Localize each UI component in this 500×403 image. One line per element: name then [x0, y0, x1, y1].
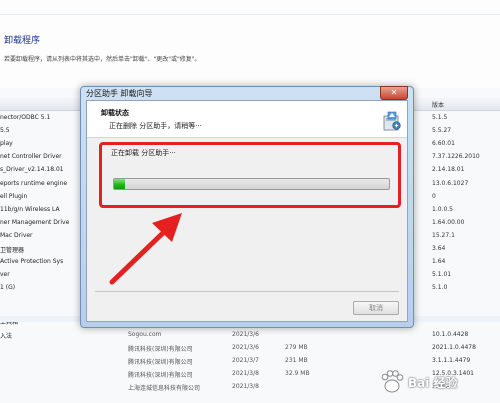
- close-icon: ✕: [390, 88, 398, 97]
- program-name: eports runtime engine: [0, 179, 68, 187]
- program-version: 3.1.1.1.4479: [432, 356, 471, 364]
- program-version: 2.14.18.01: [432, 166, 465, 174]
- program-version: 5.5.27: [432, 127, 452, 135]
- paw-icon: [381, 370, 404, 393]
- program-version: 1.64.00.00: [432, 218, 465, 226]
- top-divider: [0, 14, 500, 15]
- program-publisher: Sogou.com: [128, 330, 162, 338]
- program-size: 231 MB: [285, 356, 308, 364]
- program-name: s_Driver_v2.14.18.01: [0, 166, 64, 174]
- program-version: 5.1.0: [432, 284, 448, 292]
- program-version: 5.1.01: [432, 271, 452, 279]
- watermark: Bai 经验: [378, 368, 496, 396]
- program-name: ner Management Drive: [0, 218, 70, 226]
- program-publisher: 上海连城信息科技有限公司: [128, 384, 201, 392]
- program-version: 15.27.1: [432, 231, 455, 239]
- program-publisher: 腾讯科技(深圳)有限公司: [128, 371, 193, 379]
- header-title: 卸载状态: [101, 109, 129, 117]
- program-date: 2021/3/6: [232, 330, 259, 338]
- program-name: Mac Driver: [0, 231, 33, 239]
- program-version: 2021.1.0.4478: [432, 343, 476, 351]
- program-version: 6.60.01: [432, 140, 455, 148]
- program-row[interactable]: 腾讯科技(深圳)有限公司 2021/3/7 231 MB 3.1.1.1.4479: [0, 354, 500, 367]
- installer-icon: [383, 111, 401, 131]
- program-name: 5.5: [0, 127, 10, 135]
- program-name: 入法: [0, 332, 13, 340]
- program-name: ver: [0, 271, 10, 279]
- program-version: 1.0.0.5: [432, 205, 453, 213]
- program-name: play: [0, 140, 13, 148]
- program-date: 2021/3/6: [232, 343, 259, 351]
- program-name: 11b/g/n Wireless LA: [0, 205, 60, 213]
- column-header-version[interactable]: 版本: [432, 100, 444, 109]
- program-name: nector/ODBC 5.1: [0, 114, 51, 121]
- program-size: 32.9 MB: [285, 369, 310, 377]
- program-size: 279 MB: [285, 343, 308, 351]
- program-name: Active Protection Sys: [0, 258, 64, 266]
- program-name: 1 (G): [0, 284, 16, 292]
- program-date: 2021/3/8: [232, 382, 259, 390]
- program-version: 7.37.1226.2010: [432, 153, 480, 161]
- highlight-box: [99, 142, 401, 208]
- instruction-text: 若要卸载程序，请从列表中将其选中，然后单击"卸载"、"更改"或"修复"。: [4, 56, 201, 63]
- cancel-button[interactable]: 取消: [353, 301, 399, 315]
- header-subtitle: 正在删除 分区助手，请稍等···: [109, 122, 202, 130]
- program-version: 3.64: [432, 245, 446, 252]
- program-date: 2021/3/7: [232, 356, 259, 364]
- close-button[interactable]: ✕: [380, 86, 408, 100]
- program-name: net Controller Driver: [0, 153, 62, 161]
- program-row[interactable]: 入法 Sogou.com 2021/3/6 10.1.0.4428: [0, 328, 500, 341]
- bottom-divider: [95, 291, 399, 292]
- dialog-title: 分区助手 卸载向导: [86, 89, 153, 98]
- program-version: 1.64: [432, 258, 446, 266]
- program-version: 13.0.6.1027: [432, 179, 469, 187]
- program-publisher: 腾讯科技(深圳)有限公司: [128, 345, 193, 353]
- page-title: 卸载程序: [4, 36, 41, 46]
- program-name: ell Plugin: [0, 192, 28, 200]
- program-version: 10.1.0.4428: [432, 330, 469, 338]
- program-version: 5.1.5: [432, 114, 448, 121]
- program-date: 2021/3/8: [232, 369, 259, 377]
- dialog-header: 卸载状态 正在删除 分区助手，请稍等···: [87, 101, 407, 138]
- program-row[interactable]: 腾讯科技(深圳)有限公司 2021/3/6 279 MB 2021.1.0.4478: [0, 341, 500, 354]
- dialog-body: 卸载状态 正在删除 分区助手，请稍等··· 正在卸载 分区助手··· 取消: [86, 100, 408, 322]
- program-name: 卫管理器: [0, 247, 25, 254]
- program-publisher: 腾讯科技(深圳)有限公司: [128, 358, 193, 366]
- watermark-text: Bai 经验: [408, 376, 458, 390]
- program-version: 0: [432, 192, 436, 200]
